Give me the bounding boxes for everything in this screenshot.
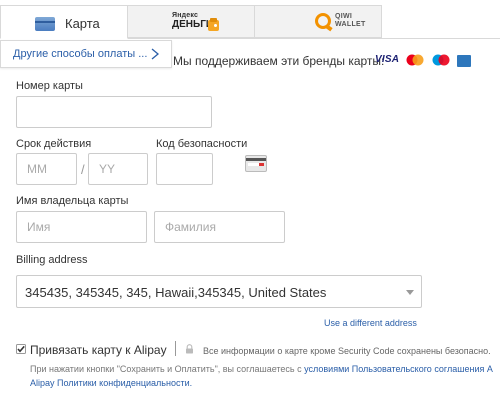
yandex-wallet-icon bbox=[208, 18, 219, 31]
yandex-logo-line1: Яндекс bbox=[172, 12, 199, 19]
tab-divider bbox=[128, 38, 500, 39]
card-number-input[interactable] bbox=[16, 96, 212, 128]
billing-address-select[interactable]: 345435, 345345, 345, Hawaii,345345, Unit… bbox=[16, 275, 422, 308]
mastercard-logo bbox=[406, 54, 424, 66]
cardholder-label: Имя владельца карты bbox=[16, 195, 129, 207]
first-name-input[interactable] bbox=[16, 211, 147, 243]
tab-card-label: Карта bbox=[65, 16, 100, 31]
amex-logo bbox=[457, 55, 471, 67]
last-name-input[interactable] bbox=[154, 211, 285, 243]
card-number-label: Номер карты bbox=[16, 80, 83, 92]
qiwi-logo-line1: QIWI bbox=[335, 13, 353, 20]
qiwi-wallet-logo: QIWI WALLET bbox=[315, 10, 375, 34]
cvv-card-icon bbox=[245, 155, 267, 172]
terms-prefix: При нажатии кнопки "Сохранить и Оплатить… bbox=[30, 364, 305, 374]
tab-yandex-money[interactable]: Яндекс ДЕНЬГИ bbox=[127, 5, 255, 38]
tab-card[interactable]: Карта bbox=[0, 5, 128, 39]
qiwi-logo-text: QIWI WALLET bbox=[335, 13, 366, 29]
expiry-month-input[interactable] bbox=[16, 153, 77, 185]
qiwi-icon bbox=[315, 13, 331, 29]
security-code-input[interactable] bbox=[156, 153, 213, 185]
dropdown-arrow-icon bbox=[406, 290, 414, 295]
chevron-right-icon bbox=[151, 48, 160, 60]
visa-logo: VISA bbox=[375, 54, 400, 65]
payment-method-tabs: Карта Яндекс ДЕНЬГИ QIWI WALLET bbox=[0, 0, 500, 39]
expiry-separator: / bbox=[81, 162, 85, 177]
use-different-address-link[interactable]: Use a different address bbox=[324, 318, 417, 328]
expiry-label: Срок действия bbox=[16, 138, 92, 150]
billing-address-value: 345435, 345345, 345, Hawaii,345345, Unit… bbox=[25, 285, 327, 300]
divider bbox=[175, 341, 176, 356]
maestro-logo bbox=[432, 54, 450, 66]
yandex-money-logo: Яндекс ДЕНЬГИ bbox=[172, 12, 220, 34]
expiry-year-input[interactable] bbox=[88, 153, 148, 185]
secure-storage-note: Все информации о карте кроме Security Co… bbox=[203, 346, 491, 356]
privacy-policy-link[interactable]: Alipay Политики конфиденциальности. bbox=[30, 378, 192, 388]
qiwi-logo-line2: WALLET bbox=[335, 21, 366, 28]
other-payment-methods-button[interactable]: Другие способы оплаты ... bbox=[0, 40, 172, 68]
user-agreement-link[interactable]: условиями Пользовательского соглашения A bbox=[304, 364, 493, 374]
security-code-label: Код безопасности bbox=[156, 138, 248, 150]
lock-icon bbox=[186, 344, 193, 354]
other-methods-label: Другие способы оплаты ... bbox=[13, 48, 148, 60]
credit-card-icon bbox=[35, 17, 55, 31]
billing-address-label: Billing address bbox=[16, 254, 88, 266]
alipay-bind-label: Привязать карту к Alipay bbox=[30, 343, 167, 357]
terms-text: При нажатии кнопки "Сохранить и Оплатить… bbox=[30, 362, 500, 390]
tab-qiwi-wallet[interactable]: QIWI WALLET bbox=[254, 5, 382, 38]
alipay-bind-checkbox[interactable] bbox=[16, 344, 26, 354]
supported-brands-text: Мы поддерживаем эти бренды карты: bbox=[173, 54, 385, 68]
